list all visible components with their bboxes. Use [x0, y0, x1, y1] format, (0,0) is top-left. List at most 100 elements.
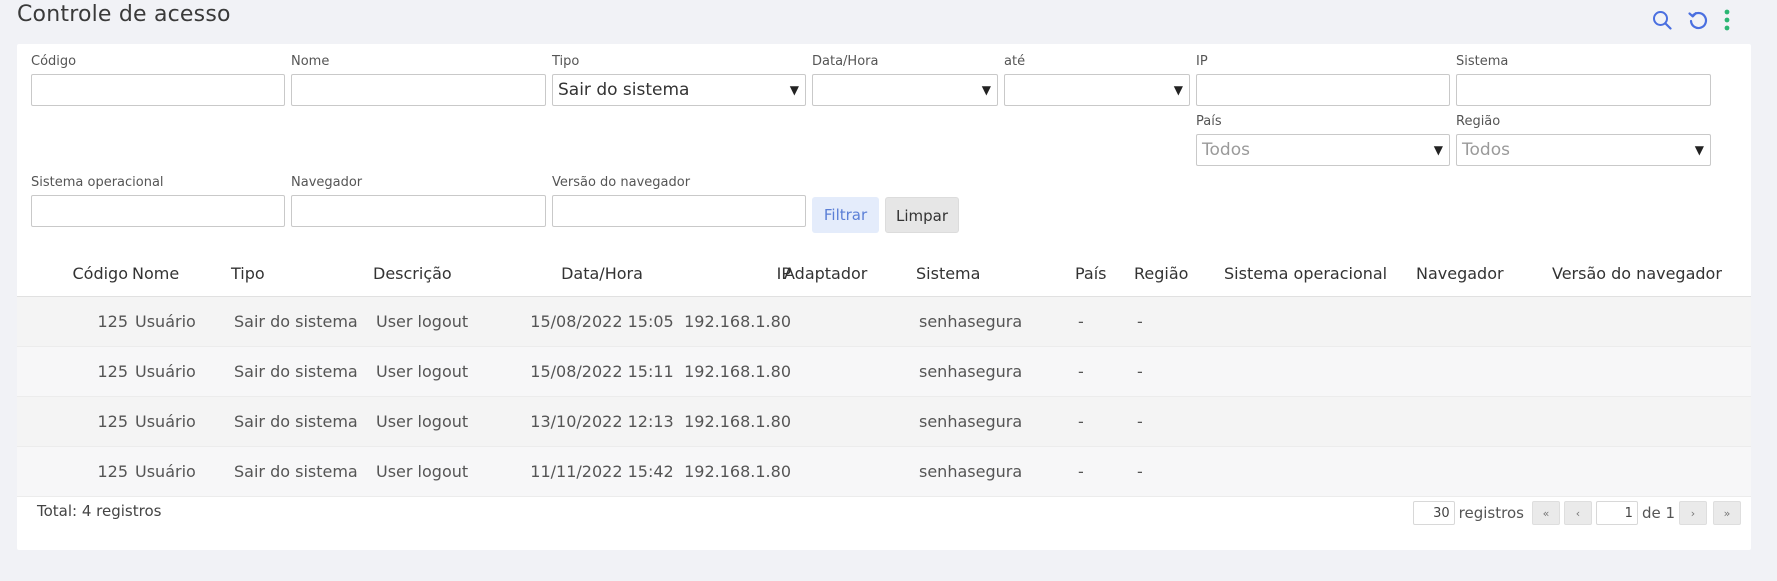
filter-ip-label: IP [1196, 54, 1208, 69]
cell-data-hora: 13/10/2022 12:13 [530, 412, 674, 431]
filter-versao-navegador: Versão do navegador [552, 175, 806, 227]
page-size-label: registros [1458, 504, 1524, 522]
filter-regiao: Região Todos ▼ [1456, 114, 1711, 166]
filter-codigo-label: Código [31, 54, 77, 69]
nome-input[interactable] [291, 74, 546, 106]
filter-sistema-operacional-label: Sistema operacional [31, 175, 164, 190]
pagination: 30 registros « ‹ 1 de 1 › » [1412, 501, 1741, 525]
filter-tipo: Tipo Sair do sistema ▼ [552, 54, 806, 106]
cell-codigo: 125 [97, 312, 128, 331]
filter-and-results-card: Código Nome Tipo Sair do sistema ▼ Data/… [17, 44, 1751, 550]
versao-navegador-input[interactable] [552, 195, 806, 227]
column-header-codigo[interactable]: Código [72, 252, 128, 296]
filter-codigo: Código [31, 54, 285, 106]
filter-ate-label: até [1004, 54, 1026, 69]
caret-down-icon: ▼ [1694, 143, 1704, 157]
column-header-data-hora[interactable]: Data/Hora [517, 252, 687, 296]
cell-data-hora: 15/08/2022 15:11 [530, 362, 674, 381]
caret-down-icon: ▼ [1173, 83, 1183, 97]
cell-descricao: User logout [376, 312, 469, 331]
column-header-pais[interactable]: País [1075, 252, 1107, 296]
cell-regiao: - [1137, 462, 1143, 481]
page-title: Controle de acesso [17, 2, 231, 27]
column-header-sistema[interactable]: Sistema [916, 252, 980, 296]
cell-sistema: senhasegura [919, 312, 1023, 331]
tipo-select-value: Sair do sistema [558, 80, 690, 100]
cell-descricao: User logout [376, 462, 469, 481]
column-header-regiao[interactable]: Região [1134, 252, 1188, 296]
sistema-input[interactable] [1456, 74, 1711, 106]
column-header-nome[interactable]: Nome [132, 252, 179, 296]
table-row[interactable]: 125 Usuário Sair do sistema User logout 13/1… [17, 397, 1751, 447]
filter-pais-label: País [1196, 114, 1222, 129]
page-size-input[interactable]: 30 [1412, 501, 1455, 525]
cell-sistema: senhasegura [919, 412, 1023, 431]
cell-data-hora: 11/11/2022 15:42 [530, 462, 674, 481]
column-header-tipo[interactable]: Tipo [231, 252, 265, 296]
cell-nome: Usuário [135, 312, 196, 331]
page-number-input[interactable]: 1 [1595, 501, 1638, 525]
cell-codigo: 125 [97, 362, 128, 381]
cell-sistema: senhasegura [919, 462, 1023, 481]
column-header-versao-navegador[interactable]: Versão do navegador [1552, 252, 1722, 296]
cell-nome: Usuário [135, 462, 196, 481]
refresh-icon[interactable] [1686, 8, 1710, 32]
regiao-select[interactable]: Todos ▼ [1456, 134, 1711, 166]
filter-versao-navegador-label: Versão do navegador [552, 175, 691, 190]
cell-descricao: User logout [376, 412, 469, 431]
cell-ip: 192.168.1.80 [684, 362, 791, 381]
filter-data-hora-label: Data/Hora [812, 54, 879, 69]
table-row[interactable]: 125 Usuário Sair do sistema User logout 15/0… [17, 297, 1751, 347]
cell-tipo: Sair do sistema [234, 362, 358, 381]
filter-navegador: Navegador [291, 175, 546, 227]
cell-nome: Usuário [135, 412, 196, 431]
data-hora-select[interactable]: ▼ [812, 74, 998, 106]
last-page-button[interactable]: » [1713, 501, 1741, 525]
caret-down-icon: ▼ [981, 83, 991, 97]
tipo-select[interactable]: Sair do sistema ▼ [552, 74, 806, 106]
ate-select[interactable]: ▼ [1004, 74, 1190, 106]
results-table: Código Nome Tipo Descrição Data/Hora IP … [17, 252, 1751, 497]
filter-sistema-label: Sistema [1456, 54, 1509, 69]
search-icon[interactable] [1650, 8, 1674, 32]
column-header-descricao[interactable]: Descrição [373, 252, 452, 296]
filter-navegador-label: Navegador [291, 175, 363, 190]
cell-tipo: Sair do sistema [234, 312, 358, 331]
sistema-operacional-input[interactable] [31, 195, 285, 227]
page-of-label: de 1 [1641, 504, 1675, 522]
cell-ip: 192.168.1.80 [684, 462, 791, 481]
ip-input[interactable] [1196, 74, 1450, 106]
prev-page-button[interactable]: ‹ [1563, 501, 1592, 525]
pais-select-value: Todos [1202, 140, 1250, 160]
more-vertical-icon[interactable] [1722, 8, 1732, 32]
navegador-input[interactable] [291, 195, 546, 227]
clear-button[interactable]: Limpar [885, 197, 959, 233]
codigo-input[interactable] [31, 74, 285, 106]
cell-pais: - [1078, 312, 1084, 331]
filter-regiao-label: Região [1456, 114, 1501, 129]
table-row[interactable]: 125 Usuário Sair do sistema User logout 11/1… [17, 447, 1751, 497]
cell-regiao: - [1137, 412, 1143, 431]
filter-pais: País Todos ▼ [1196, 114, 1450, 166]
pais-select[interactable]: Todos ▼ [1196, 134, 1450, 166]
regiao-select-value: Todos [1462, 140, 1510, 160]
table-row[interactable]: 125 Usuário Sair do sistema User logout 15/0… [17, 347, 1751, 397]
column-header-navegador[interactable]: Navegador [1416, 252, 1504, 296]
filter-button[interactable]: Filtrar [812, 197, 879, 233]
cell-codigo: 125 [97, 462, 128, 481]
column-header-adaptador[interactable]: Adaptador [784, 252, 867, 296]
filter-nome: Nome [291, 54, 546, 106]
cell-regiao: - [1137, 362, 1143, 381]
filter-sistema: Sistema [1456, 54, 1711, 106]
cell-pais: - [1078, 412, 1084, 431]
cell-ip: 192.168.1.80 [684, 312, 791, 331]
first-page-button[interactable]: « [1531, 501, 1560, 525]
filter-sistema-operacional: Sistema operacional [31, 175, 285, 227]
cell-nome: Usuário [135, 362, 196, 381]
next-page-button[interactable]: › [1679, 501, 1707, 525]
toolbar [1650, 8, 1732, 32]
table-body: 125 Usuário Sair do sistema User logout 15/0… [17, 297, 1751, 497]
cell-tipo: Sair do sistema [234, 412, 358, 431]
column-header-sistema-operacional[interactable]: Sistema operacional [1224, 252, 1387, 296]
filter-tipo-label: Tipo [552, 54, 580, 69]
